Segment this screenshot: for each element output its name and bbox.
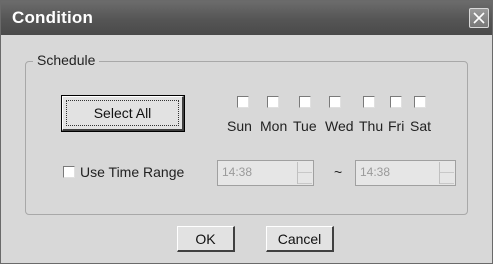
title-bar[interactable]: Condition	[1, 1, 492, 35]
condition-dialog: Condition Schedule Select All Sun Mon Tu…	[0, 0, 493, 264]
day-label-sat: Sat	[410, 118, 432, 134]
end-time-spinner[interactable]: 14:38	[355, 160, 456, 186]
range-separator: ~	[334, 164, 343, 180]
day-label-mon: Mon	[260, 118, 288, 134]
cancel-button[interactable]: Cancel	[266, 226, 334, 252]
chevron-up-icon[interactable]	[440, 162, 454, 173]
ok-label: OK	[195, 231, 216, 247]
close-icon	[473, 12, 485, 24]
end-time-value: 14:38	[360, 165, 391, 179]
checkbox-sat[interactable]	[414, 96, 426, 108]
start-time-value: 14:38	[222, 165, 253, 179]
end-time-spin-buttons[interactable]	[439, 162, 454, 184]
use-time-range-checkbox[interactable]	[63, 166, 75, 178]
day-label-tue: Tue	[293, 118, 317, 134]
schedule-group	[25, 61, 468, 215]
day-label-sun: Sun	[227, 118, 252, 134]
day-label-fri: Fri	[388, 118, 405, 134]
start-time-spin-buttons[interactable]	[297, 162, 312, 184]
chevron-down-icon[interactable]	[440, 173, 454, 184]
schedule-group-label: Schedule	[33, 52, 100, 68]
start-time-spinner[interactable]: 14:38	[217, 160, 314, 186]
cancel-label: Cancel	[277, 231, 322, 247]
day-label-thu: Thu	[359, 118, 384, 134]
select-all-button[interactable]: Select All	[61, 95, 185, 132]
checkbox-tue[interactable]	[299, 96, 311, 108]
checkbox-wed[interactable]	[329, 96, 341, 108]
checkbox-mon[interactable]	[267, 96, 279, 108]
checkbox-sun[interactable]	[237, 96, 249, 108]
close-button[interactable]	[469, 8, 489, 28]
use-time-range-label[interactable]: Use Time Range	[80, 164, 184, 180]
checkbox-thu[interactable]	[363, 96, 375, 108]
ok-button[interactable]: OK	[177, 226, 235, 252]
focus-rectangle	[66, 100, 179, 126]
chevron-down-icon[interactable]	[298, 173, 312, 184]
checkbox-fri[interactable]	[390, 96, 402, 108]
window-title: Condition	[12, 8, 94, 27]
day-label-wed: Wed	[325, 118, 354, 134]
chevron-up-icon[interactable]	[298, 162, 312, 173]
